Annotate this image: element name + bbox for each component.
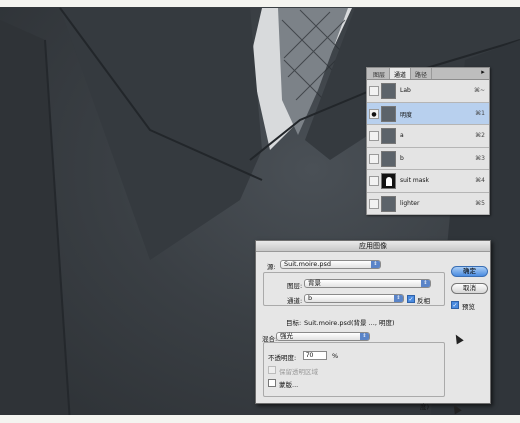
preserve-transparency-checkbox[interactable] <box>268 366 276 374</box>
channel-shortcut: ⌘2 <box>475 132 485 139</box>
channel-thumbnail <box>381 173 396 189</box>
source-select[interactable]: Suit.moire.psd ⇕ <box>280 260 381 269</box>
eye-icon[interactable]: ● <box>369 108 379 119</box>
target-value: Suit.moire.psd(背景 ..., 明度) <box>304 319 395 327</box>
channel-thumbnail <box>381 150 396 167</box>
target-label: 目标: <box>286 319 302 327</box>
channel-label: 通道: <box>287 297 303 305</box>
preview-checkbox[interactable]: ✓ <box>451 301 459 309</box>
opacity-input[interactable] <box>303 351 327 360</box>
chevron-down-icon: ⇕ <box>371 261 380 268</box>
tab-layers[interactable]: 图层 <box>369 68 391 79</box>
channel-shortcut: ⌘5 <box>475 199 485 207</box>
canvas-bottom-edge <box>0 415 520 423</box>
blending-value: 强光 <box>280 332 293 340</box>
opacity-label: 不透明度: <box>268 354 297 362</box>
cancel-button[interactable]: 取消 <box>451 283 488 294</box>
channel-shortcut: ⌘4 <box>475 177 485 184</box>
channel-value: b <box>308 294 313 302</box>
chevron-down-icon: ⇕ <box>360 333 369 340</box>
mask-label: 蒙版... <box>279 381 299 389</box>
channel-thumbnail <box>381 128 396 144</box>
bottom-fragment: 度) <box>420 403 430 411</box>
channel-name: lighter <box>400 199 420 207</box>
panel-tabs: 图层 通道 路径 ▸ <box>367 68 489 80</box>
channel-name: suit mask <box>400 177 429 184</box>
channel-row[interactable]: b ⌘3 <box>367 147 489 170</box>
channel-name: Lab <box>400 87 411 94</box>
invert-label: 反相 <box>417 297 430 305</box>
channel-name: b <box>400 154 404 162</box>
invert-checkbox[interactable]: ✓ <box>407 295 415 303</box>
channel-select[interactable]: b ⇕ <box>304 294 404 303</box>
channel-row[interactable]: ● 明度 ⌘1 <box>367 102 489 125</box>
preserve-transparency-label: 保留透明区域 <box>279 368 318 376</box>
blending-select[interactable]: 强光 ⇕ <box>276 332 370 341</box>
channel-thumbnail <box>381 195 396 212</box>
chevron-down-icon: ⇕ <box>421 280 430 287</box>
layer-value: 背景 <box>308 279 321 287</box>
channel-name: a <box>400 132 404 139</box>
menu-triangle-icon[interactable]: ▸ <box>477 68 489 79</box>
eye-icon[interactable] <box>369 198 379 209</box>
ok-button[interactable]: 确定 <box>451 266 488 277</box>
tab-paths[interactable]: 路径 <box>411 68 433 79</box>
preview-label: 预览 <box>462 303 475 311</box>
channel-name: 明度 <box>400 111 413 119</box>
mask-checkbox[interactable] <box>268 379 276 387</box>
channel-row[interactable]: lighter ⌘5 <box>367 192 489 215</box>
source-value: Suit.moire.psd <box>284 260 332 268</box>
channel-thumbnail <box>381 105 396 122</box>
apply-image-dialog: 应用图像 源: Suit.moire.psd ⇕ 图层: 背景 ⇕ 通道: b … <box>255 240 491 411</box>
source-label: 源: <box>267 263 276 271</box>
eye-icon[interactable] <box>369 131 379 141</box>
channel-thumbnail <box>381 83 396 99</box>
channel-shortcut: ⌘3 <box>475 154 485 162</box>
left-sleeve <box>0 20 70 423</box>
channel-row[interactable]: suit mask ⌘4 <box>367 170 489 193</box>
eye-icon[interactable] <box>369 176 379 186</box>
dialog-title: 应用图像 <box>256 241 490 252</box>
layer-label: 图层: <box>287 282 303 290</box>
eye-icon[interactable] <box>369 153 379 164</box>
channel-shortcut: ⌘~ <box>473 87 485 94</box>
channel-row[interactable]: a ⌘2 <box>367 125 489 148</box>
channel-row[interactable]: Lab ⌘~ <box>367 80 489 103</box>
eye-icon[interactable] <box>369 86 379 96</box>
opacity-unit: % <box>332 352 339 360</box>
channel-list: Lab ⌘~ ● 明度 ⌘1 a ⌘2 b ⌘3 suit mask ⌘4 lighter ⌘5 <box>367 80 489 215</box>
layer-select[interactable]: 背景 ⇕ <box>304 279 431 288</box>
channel-shortcut: ⌘1 <box>475 109 485 117</box>
chevron-down-icon: ⇕ <box>394 295 403 302</box>
tab-channels[interactable]: 通道 <box>390 68 412 79</box>
channels-panel[interactable]: 图层 通道 路径 ▸ Lab ⌘~ ● 明度 ⌘1 a ⌘2 b ⌘3 suit mask ⌘4 li… <box>366 67 490 215</box>
